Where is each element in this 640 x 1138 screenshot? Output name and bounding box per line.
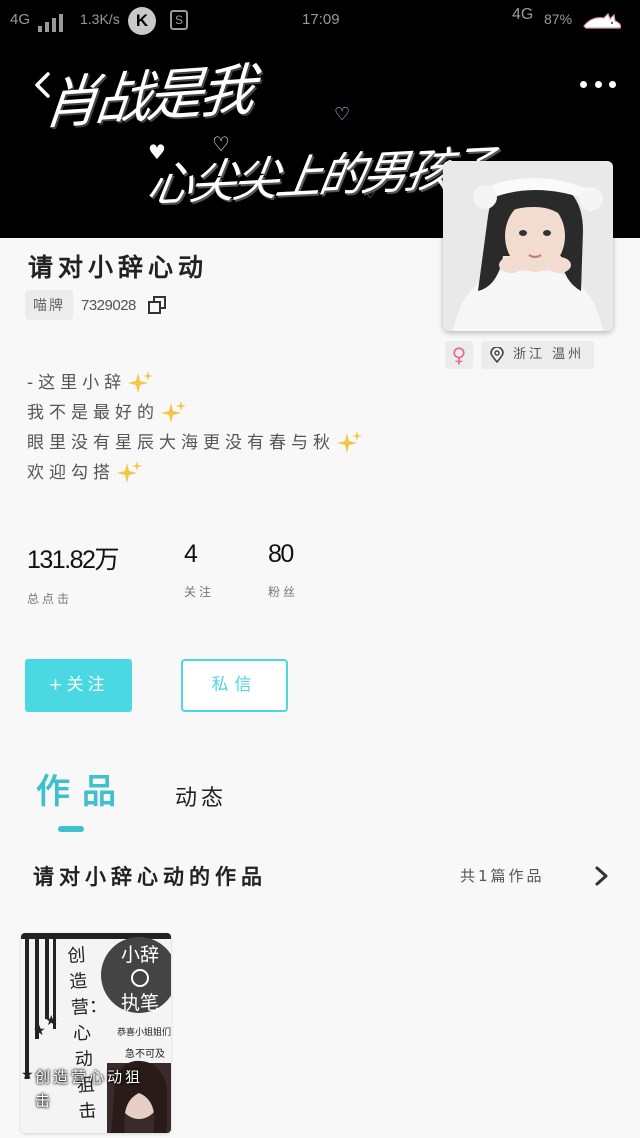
svg-text:★: ★ — [21, 1067, 34, 1083]
works-count[interactable]: 共1篇作品 — [460, 865, 545, 886]
location-pin-icon — [490, 347, 504, 363]
private-message-button[interactable]: 私信 — [181, 659, 288, 712]
sparkle-icon — [161, 401, 186, 423]
battery-level: 87% — [544, 11, 573, 27]
work-card[interactable]: ★ ★ ★ 创造营：心动狙击 小辞 执笔 恭喜小姐姐们入围 急不可及 创造营心动… — [21, 933, 171, 1133]
active-tab-indicator — [58, 826, 84, 832]
sparkle-icon — [128, 371, 154, 393]
bio-line: 我不是最好的 — [27, 398, 363, 428]
location-text: 浙江 温州 — [513, 347, 585, 362]
stat-following[interactable]: 4 关注 — [184, 540, 214, 600]
sparkle-icon — [337, 431, 362, 453]
k-app-icon: K — [128, 7, 156, 35]
cover-circle-text-1: 小辞 — [120, 944, 159, 966]
dot — [580, 80, 587, 88]
cover-small-text-1: 恭喜小姐姐们入围 — [117, 1028, 171, 1038]
id-tag: 喵牌 — [25, 290, 73, 320]
avatar[interactable] — [443, 161, 613, 331]
s-app-icon: S — [170, 10, 188, 30]
cover-small-text-2: 急不可及 — [125, 1049, 165, 1060]
follow-button[interactable]: +关注 — [25, 659, 132, 712]
dot — [594, 80, 602, 88]
network-speed: 1.3K/s — [80, 11, 120, 27]
svg-text:★: ★ — [45, 1013, 58, 1029]
network-indicator-right: 4G — [512, 6, 534, 23]
heart-icon: ♡ — [334, 104, 351, 125]
stat-value: 80 — [268, 540, 294, 568]
stat-label: 关注 — [184, 585, 215, 599]
cover-circle-text-2: 执笔 — [120, 992, 159, 1014]
chevron-right-icon[interactable] — [592, 864, 612, 888]
dot — [609, 80, 616, 88]
stat-label: 粉丝 — [268, 585, 299, 599]
stat-followers[interactable]: 80 粉丝 — [268, 540, 298, 600]
cat-battery-icon — [583, 12, 622, 29]
stat-total-clicks: 131.82万 总点击 — [27, 540, 119, 607]
location-badge: 浙江 温州 — [481, 341, 595, 369]
work-card-caption: 创造营心动狙击 — [35, 1068, 144, 1110]
signal-icon — [38, 14, 68, 32]
female-gender-badge: ♀ — [445, 341, 473, 369]
tab-works[interactable]: 作品 — [36, 764, 128, 813]
sparkle-icon — [117, 461, 142, 483]
clock: 17:09 — [302, 11, 340, 28]
works-section-title: 请对小辞心动的作品 — [33, 865, 267, 889]
user-id-row: 喵牌 7329028 — [25, 290, 166, 320]
network-indicator: 4G — [10, 11, 31, 28]
bio-line: -这里小辞 — [27, 368, 363, 398]
avatar-photo — [443, 161, 613, 331]
back-arrow-icon[interactable] — [28, 68, 62, 102]
bio: -这里小辞 我不是最好的 眼里没有星辰大海更没有春与秋 欢迎勾搭 — [27, 368, 363, 488]
status-bar: 4G 1.3K/s K S 17:09 4G 87% — [0, 0, 640, 40]
tab-moments[interactable]: 动态 — [175, 780, 227, 812]
user-id-number: 7329028 — [81, 296, 136, 314]
bio-line: 欢迎勾搭 — [27, 458, 363, 488]
cover-circle-ring-icon — [131, 969, 149, 987]
bio-line: 眼里没有星辰大海更没有春与秋 — [27, 428, 363, 458]
stat-label: 总点击 — [27, 592, 73, 606]
banner-calligraphy-line-1: 肖战是我 — [40, 57, 255, 138]
svg-text:★: ★ — [33, 1023, 46, 1039]
more-options-button[interactable] — [580, 74, 616, 94]
stat-value: 131.82万 — [27, 546, 119, 574]
stat-value: 4 — [184, 540, 198, 568]
username: 请对小辞心动 — [28, 253, 209, 282]
copy-icon[interactable] — [147, 296, 166, 314]
